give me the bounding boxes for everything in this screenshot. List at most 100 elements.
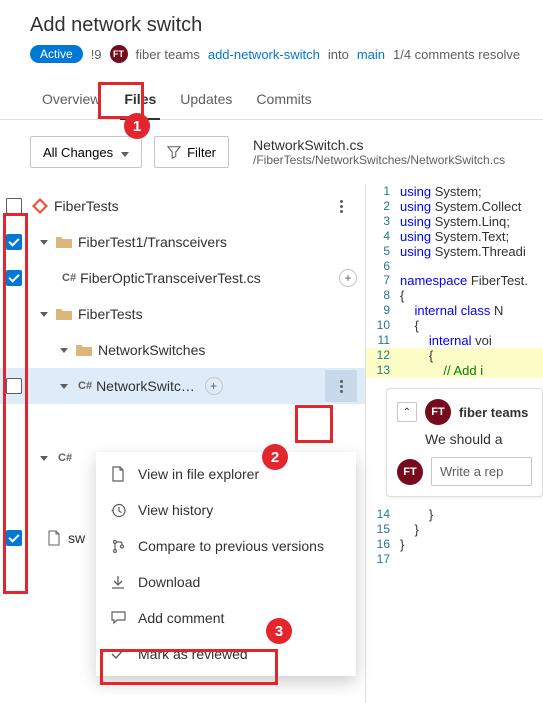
code-viewer: 1using System;2using System.Collect3usin…: [365, 184, 543, 703]
tab-overview[interactable]: Overview: [30, 81, 112, 119]
add-badge: +: [339, 269, 357, 287]
chevron-down-icon[interactable]: [36, 234, 52, 250]
cs-icon: C#: [78, 380, 92, 392]
checkbox[interactable]: [6, 378, 22, 394]
comments-status[interactable]: 1/4 comments resolve: [393, 47, 520, 62]
cs-icon: C#: [62, 272, 76, 284]
menu-mark-reviewed[interactable]: Mark as reviewed: [96, 636, 356, 672]
pr-meta: Active !9 FT fiber teams add-network-swi…: [30, 45, 525, 63]
menu-download[interactable]: Download: [96, 564, 356, 600]
all-changes-dropdown[interactable]: All Changes: [30, 136, 142, 168]
folder-icon: [56, 234, 72, 250]
file-icon: [110, 466, 126, 482]
tree-folder[interactable]: NetworkSwitches: [0, 332, 365, 368]
collapse-button[interactable]: ⌃: [397, 402, 417, 422]
checkbox[interactable]: [6, 530, 22, 546]
comment-body: We should a: [397, 431, 532, 447]
file-path-block: NetworkSwitch.cs /FiberTests/NetworkSwit…: [253, 137, 505, 167]
filter-label: Filter: [187, 145, 216, 160]
history-icon: [110, 502, 126, 518]
selected-file-path: /FiberTests/NetworkSwitches/NetworkSwitc…: [253, 153, 505, 167]
compare-icon: [110, 538, 126, 554]
tree-label: FiberOpticTransceiverTest.cs: [80, 270, 333, 286]
chevron-down-icon: [119, 145, 129, 160]
selected-file-name: NetworkSwitch.cs: [253, 137, 505, 153]
menu-label: Download: [138, 574, 200, 590]
chevron-down-icon[interactable]: [56, 342, 72, 358]
code-line: 10 {: [366, 318, 543, 333]
tree-folder[interactable]: FiberTest1/Transceivers: [0, 224, 365, 260]
menu-label: Mark as reviewed: [138, 646, 248, 662]
chevron-down-icon[interactable]: [56, 378, 72, 394]
menu-view-explorer[interactable]: View in file explorer: [96, 456, 356, 492]
checkbox[interactable]: [6, 270, 22, 286]
file-icon: [46, 530, 62, 546]
code-line: 13 // Add i: [366, 363, 543, 378]
into-label: into: [328, 47, 349, 62]
filter-button[interactable]: Filter: [154, 136, 229, 168]
page-title: Add network switch: [30, 14, 525, 37]
more-button[interactable]: [325, 190, 357, 222]
all-changes-label: All Changes: [43, 145, 113, 160]
avatar: FT: [425, 399, 451, 425]
tree-label: NetworkSwitch.cs: [96, 378, 198, 394]
filter-icon: [167, 145, 181, 159]
tree-label: FiberTests: [54, 198, 325, 214]
menu-label: View history: [138, 502, 213, 518]
menu-compare[interactable]: Compare to previous versions: [96, 528, 356, 564]
comment-thread: ⌃ FT fiber teams We should a FT Write a …: [386, 388, 543, 497]
code-line: 4using System.Text;: [366, 229, 543, 244]
chevron-down-icon[interactable]: [36, 306, 52, 322]
tree-root[interactable]: FiberTests: [0, 188, 365, 224]
code-line: 8{: [366, 288, 543, 303]
checkbox[interactable]: [6, 198, 22, 214]
menu-label: Add comment: [138, 610, 224, 626]
menu-view-history[interactable]: View history: [96, 492, 356, 528]
code-line: 17: [366, 552, 543, 566]
avatar: FT: [110, 45, 128, 63]
comment-icon: [110, 610, 126, 626]
code-line: 12 {: [366, 348, 543, 363]
code-line: 2using System.Collect: [366, 199, 543, 214]
add-badge: +: [205, 377, 223, 395]
tab-updates[interactable]: Updates: [168, 81, 244, 119]
cs-icon: C#: [58, 452, 72, 464]
avatar: FT: [397, 459, 423, 485]
tree-label: FiberTests: [78, 306, 357, 322]
code-line: 9 internal class N: [366, 303, 543, 318]
tabs: Overview Files Updates Commits: [0, 81, 543, 120]
code-line: 3using System.Linq;: [366, 214, 543, 229]
code-line: 11 internal voi: [366, 333, 543, 348]
code-line: 1using System;: [366, 184, 543, 199]
comment-author: fiber teams: [459, 405, 528, 420]
download-icon: [110, 574, 126, 590]
chevron-down-icon[interactable]: [36, 450, 52, 466]
pr-number: !9: [91, 47, 102, 62]
menu-label: Compare to previous versions: [138, 538, 324, 554]
code-line: 14 }: [366, 507, 543, 522]
code-line: 6: [366, 259, 543, 273]
folder-icon: [56, 306, 72, 322]
tree-file[interactable]: C# FiberOpticTransceiverTest.cs +: [0, 260, 365, 296]
code-line: 16}: [366, 537, 543, 552]
team-name: fiber teams: [136, 47, 200, 62]
source-branch[interactable]: add-network-switch: [208, 47, 320, 62]
code-line: 7namespace FiberTest.: [366, 273, 543, 288]
repo-icon: [32, 198, 48, 214]
tree-label: NetworkSwitches: [98, 342, 357, 358]
reply-input[interactable]: Write a rep: [431, 457, 532, 486]
code-line: 15 }: [366, 522, 543, 537]
checkbox[interactable]: [6, 234, 22, 250]
tree-folder[interactable]: FiberTests: [0, 296, 365, 332]
target-branch[interactable]: main: [357, 47, 385, 62]
tree-file-selected[interactable]: C# NetworkSwitch.cs +: [0, 368, 365, 404]
menu-label: View in file explorer: [138, 466, 259, 482]
folder-icon: [76, 342, 92, 358]
tab-commits[interactable]: Commits: [244, 81, 323, 119]
code-line: 5using System.Threadi: [366, 244, 543, 259]
more-button[interactable]: [325, 370, 357, 402]
tree-label: FiberTest1/Transceivers: [78, 234, 357, 250]
check-icon: [110, 646, 126, 662]
menu-add-comment[interactable]: Add comment: [96, 600, 356, 636]
status-badge: Active: [30, 45, 83, 63]
